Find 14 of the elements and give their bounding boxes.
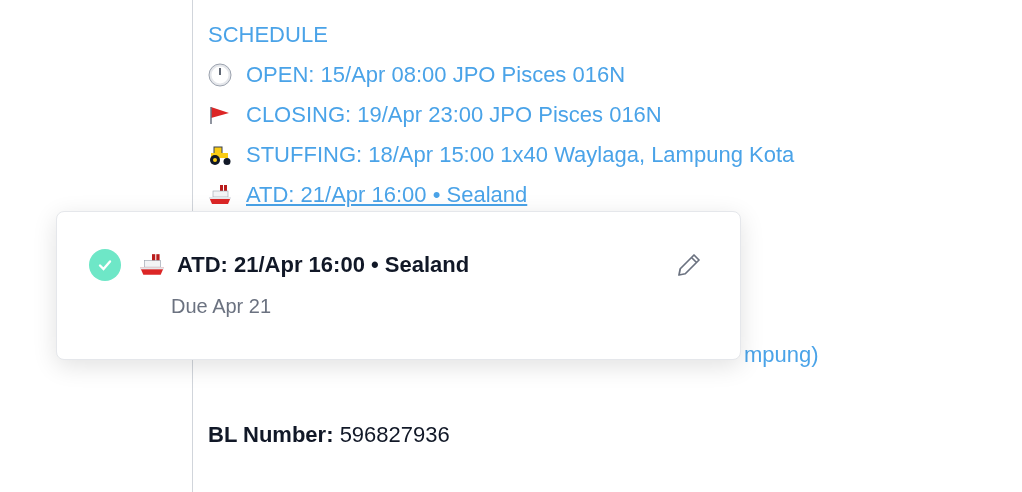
schedule-heading: SCHEDULE	[208, 21, 328, 49]
due-date: Due Apr 21	[171, 294, 272, 319]
tractor-icon	[208, 143, 232, 167]
schedule-entry: STUFFING: 18/Apr 15:00 1x40 Waylaga, Lampung Kota	[246, 141, 795, 169]
task-title: ATD: 21/Apr 16:00 • Sealand	[177, 251, 470, 279]
ship-icon	[139, 251, 165, 278]
schedule-entry: OPEN: 15/Apr 08:00 JPO Pisces 016N	[246, 61, 626, 89]
check-icon[interactable]	[89, 248, 121, 281]
schedule-entry: mpung)	[744, 341, 819, 369]
schedule-entry[interactable]: ATD: 21/Apr 16:00 • Sealand	[246, 175, 528, 215]
bl-number-text: BL Number: 596827936	[208, 421, 450, 449]
schedule-entry: CLOSING: 19/Apr 23:00 JPO Pisces 016N	[246, 101, 662, 129]
ship-icon	[208, 183, 232, 207]
clock-icon	[208, 63, 232, 87]
